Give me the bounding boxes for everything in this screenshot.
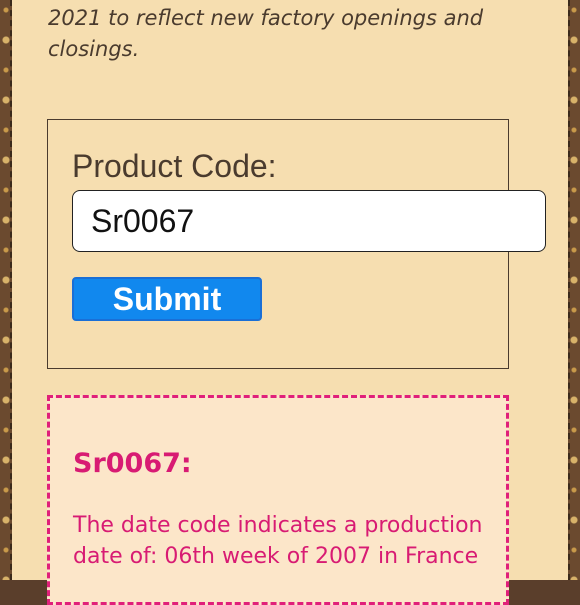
result-text: The date code indicates a production dat… [73,513,483,569]
product-code-input[interactable] [72,190,546,252]
intro-text: The calculator was last updated January … [48,6,484,61]
result-title: Sr0067: [73,448,192,479]
product-code-label: Product Code: [72,148,277,184]
date-code-form: Product Code: Submit [47,119,546,369]
left-dotted-border [10,0,12,580]
submit-button[interactable]: Submit [72,277,262,321]
right-dotted-border [568,0,570,580]
result-box: Sr0067: The date code indicates a produc… [47,395,509,605]
